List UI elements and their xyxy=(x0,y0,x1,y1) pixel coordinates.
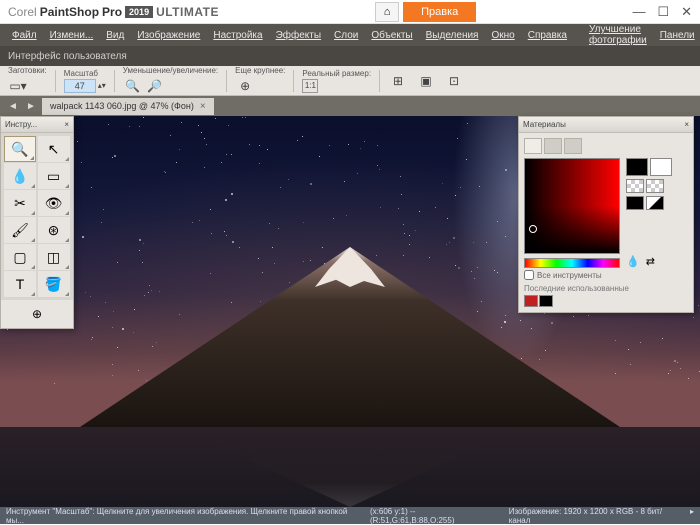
zoom-tool[interactable]: 🔍 xyxy=(4,136,36,162)
status-tool-hint: Инструмент "Масштаб": Щелкните для увели… xyxy=(6,507,364,525)
document-tab[interactable]: walpack 1143 060.jpg @ 47% (Фон) × xyxy=(42,98,214,115)
mini-fg-swatch[interactable] xyxy=(626,196,644,210)
app-title: Corel PaintShop Pro 2019 ULTIMATE xyxy=(8,5,219,19)
close-button[interactable]: ✕ xyxy=(681,4,692,20)
home-button[interactable]: ⌂ xyxy=(375,2,399,22)
materials-tab-frame[interactable] xyxy=(524,138,542,154)
fit-icon[interactable]: ⊞ xyxy=(388,71,408,91)
texture2-swatch[interactable] xyxy=(646,179,664,193)
menu-панели[interactable]: Панели xyxy=(654,28,700,43)
erase-tool[interactable]: ◫ xyxy=(38,244,70,270)
texture-swatch[interactable] xyxy=(626,179,644,193)
zoom-in-icon[interactable]: 🔎 xyxy=(145,76,165,96)
recent-color-swatch[interactable] xyxy=(539,295,553,307)
workspace-tab-edit[interactable]: Правка xyxy=(403,2,476,22)
status-position: (x:606 y:1) -- (R:51,G:61,B:88,O:255) xyxy=(370,507,501,525)
zoom-more-icon[interactable]: ⊕ xyxy=(235,76,255,96)
menu-объекты[interactable]: Объекты xyxy=(365,28,418,43)
menu-окно[interactable]: Окно xyxy=(485,28,520,43)
fit2-icon[interactable]: ▣ xyxy=(416,71,436,91)
swap-colors-icon[interactable] xyxy=(646,196,664,210)
tools-panel-close-icon[interactable]: × xyxy=(64,120,69,129)
maximize-button[interactable]: ☐ xyxy=(657,4,669,20)
tab-prev-icon[interactable]: ◄ xyxy=(6,101,20,112)
status-image-info: Изображение: 1920 x 1200 x RGB - 8 бит/к… xyxy=(509,507,682,525)
brand-pro: Pro xyxy=(102,5,122,19)
interface-bar: Интерфейс пользователя xyxy=(0,46,700,66)
brand-corel: Corel xyxy=(8,5,37,19)
actual-size-icon[interactable]: 1:1 xyxy=(302,79,318,93)
brand-paintshop: PaintShop xyxy=(40,5,99,19)
text-tool[interactable]: T xyxy=(4,271,36,297)
fit3-icon[interactable]: ⊡ xyxy=(444,71,464,91)
zoom-out-icon[interactable]: 🔍 xyxy=(123,76,143,96)
menu-слои[interactable]: Слои xyxy=(328,28,364,43)
recent-colors-label: Последние использованные xyxy=(524,284,688,293)
tool-more-icon[interactable]: ⊕ xyxy=(27,304,47,324)
menu-измени...[interactable]: Измени... xyxy=(44,28,100,43)
materials-tab-rainbow[interactable] xyxy=(544,138,562,154)
dropper-icon[interactable]: 💧 xyxy=(626,255,640,268)
materials-panel-close-icon[interactable]: × xyxy=(684,120,689,129)
materials-tab-swatches[interactable] xyxy=(564,138,582,154)
all-tools-checkbox[interactable] xyxy=(524,270,534,280)
presets-label: Заготовки: xyxy=(8,66,47,75)
eyedropper-tool[interactable]: 💧 xyxy=(4,163,36,189)
zoomctl-label: Уменьшение/увеличение: xyxy=(123,66,218,75)
document-tab-label: walpack 1143 060.jpg @ 47% (Фон) xyxy=(50,101,194,111)
zoom-input[interactable]: 47 xyxy=(64,79,96,93)
zoom-label: Масштаб xyxy=(64,69,106,78)
workspace: Инстру... × 🔍↖💧▭✂👁🖌⊛▢◫T🪣 ⊕ Материалы × xyxy=(0,116,700,507)
tab-close-icon[interactable]: × xyxy=(200,101,206,112)
select-tool[interactable]: ▭ xyxy=(38,163,70,189)
menu-изображение[interactable]: Изображение xyxy=(131,28,206,43)
background-swatch[interactable] xyxy=(650,158,672,176)
menu-bar: ФайлИзмени...ВидИзображениеНастройкаЭффе… xyxy=(0,24,700,46)
fill-tool[interactable]: 🪣 xyxy=(38,271,70,297)
more-label: Еще крупнее: xyxy=(235,66,285,75)
status-bar: Инструмент "Масштаб": Щелкните для увели… xyxy=(0,507,700,524)
redeye-tool[interactable]: 👁 xyxy=(38,190,70,216)
actual-label: Реальный размер: xyxy=(302,69,371,78)
menu-улучшение-фотографии[interactable]: Улучшение фотографии xyxy=(583,22,653,48)
color-picker[interactable] xyxy=(524,158,620,254)
status-expand-icon[interactable]: ▸ xyxy=(690,507,694,525)
brush-tool[interactable]: 🖌 xyxy=(4,217,36,243)
all-tools-label: Все инструменты xyxy=(537,271,602,280)
menu-эффекты[interactable]: Эффекты xyxy=(270,28,327,43)
swap-icon[interactable]: ⇄ xyxy=(646,255,655,268)
tools-panel-title: Инстру... xyxy=(5,120,37,129)
tools-panel: Инстру... × 🔍↖💧▭✂👁🖌⊛▢◫T🪣 ⊕ xyxy=(0,116,74,329)
interface-label: Интерфейс пользователя xyxy=(8,51,127,62)
hue-slider[interactable] xyxy=(524,258,620,268)
minimize-button[interactable]: — xyxy=(632,4,645,20)
shape-tool[interactable]: ▢ xyxy=(4,244,36,270)
menu-вид[interactable]: Вид xyxy=(100,28,130,43)
brand-year: 2019 xyxy=(125,6,153,18)
foreground-swatch[interactable] xyxy=(626,158,648,176)
options-bar: Заготовки: ▭▾ Масштаб 47 ▴▾ Уменьшение/у… xyxy=(0,66,700,96)
menu-настройка[interactable]: Настройка xyxy=(207,28,268,43)
document-tabs: ◄ ► walpack 1143 060.jpg @ 47% (Фон) × xyxy=(0,96,700,116)
menu-выделения[interactable]: Выделения xyxy=(420,28,485,43)
recent-color-swatch[interactable] xyxy=(524,295,538,307)
presets-dropdown[interactable]: ▭▾ xyxy=(8,76,28,96)
tab-next-icon[interactable]: ► xyxy=(24,101,38,112)
materials-panel-title: Материалы xyxy=(523,120,566,129)
brand-edition: ULTIMATE xyxy=(156,5,219,19)
pointer-tool[interactable]: ↖ xyxy=(38,136,70,162)
menu-файл[interactable]: Файл xyxy=(6,28,43,43)
menu-справка[interactable]: Справка xyxy=(522,28,573,43)
crop-tool[interactable]: ✂ xyxy=(4,190,36,216)
clone-tool[interactable]: ⊛ xyxy=(38,217,70,243)
materials-panel: Материалы × xyxy=(518,116,694,313)
